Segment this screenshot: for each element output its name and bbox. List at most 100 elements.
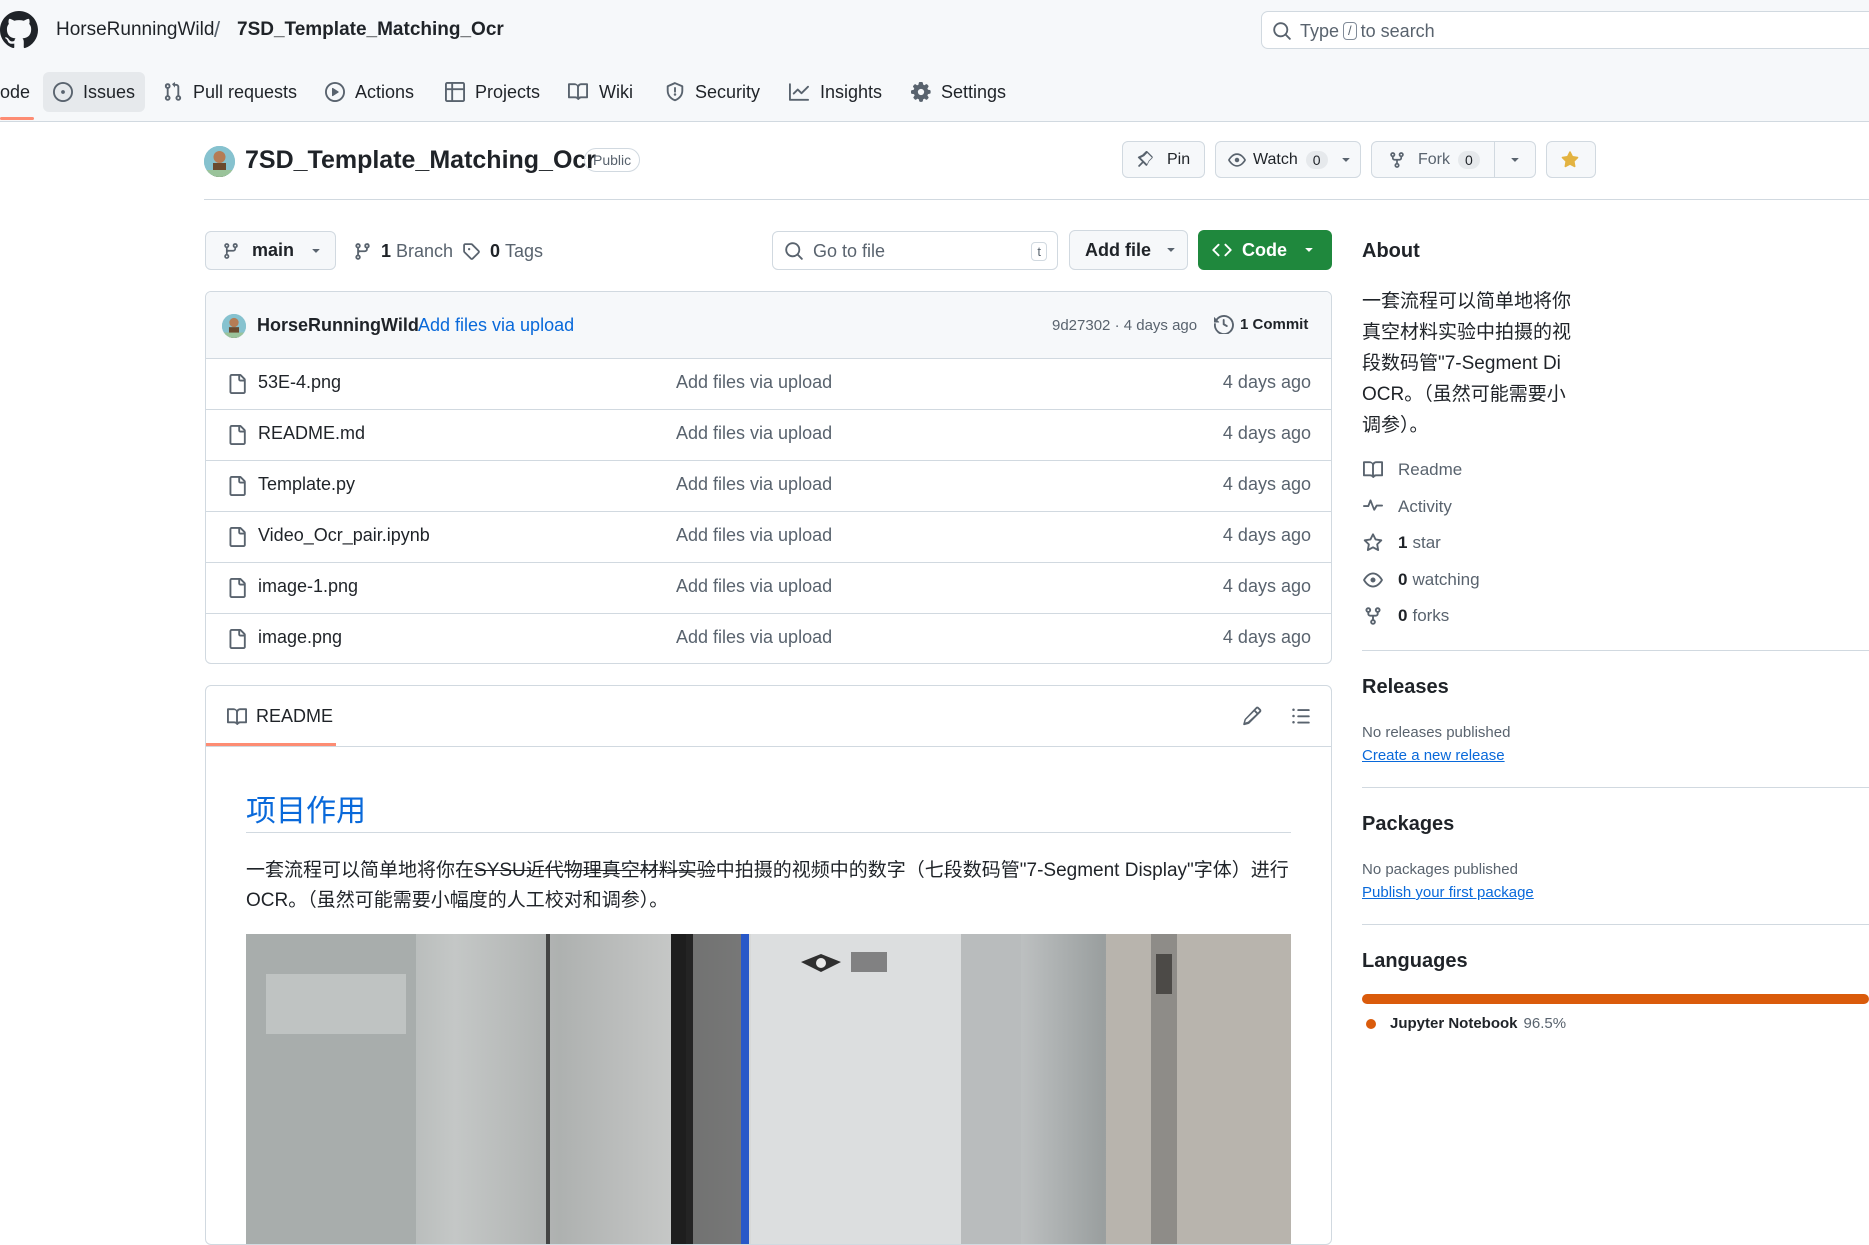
table-row[interactable]: Video_Ocr_pair.ipynb Add files via uploa… — [206, 511, 1331, 563]
sidebar-stars-link[interactable]: 1 star — [1362, 533, 1441, 553]
file-name[interactable]: 53E-4.png — [258, 372, 341, 393]
repo-title[interactable]: 7SD_Template_Matching_Ocr — [245, 146, 596, 175]
avatar-image — [222, 314, 246, 338]
file-commit-message[interactable]: Add files via upload — [676, 525, 832, 546]
fork-button[interactable]: Fork 0 — [1371, 141, 1495, 178]
tab-issues[interactable]: Issues — [43, 72, 146, 112]
about-heading: About — [1362, 240, 1420, 262]
create-release-link[interactable]: Create a new release — [1362, 747, 1505, 764]
heading-rule — [246, 832, 1291, 833]
file-date: 4 days ago — [1222, 576, 1311, 596]
readme-tab-underline — [206, 743, 336, 746]
repo-link[interactable]: 7SD_Template_Matching_Ocr — [237, 19, 504, 41]
git-pull-request-icon — [164, 82, 182, 101]
branch-select-button[interactable]: main — [205, 231, 336, 270]
sidebar-divider — [1362, 924, 1869, 925]
tag-icon — [463, 243, 480, 260]
table-row[interactable]: image.png Add files via upload 4 days ag… — [206, 613, 1331, 663]
sidebar-watching-link[interactable]: 0 watching — [1362, 570, 1480, 590]
history-icon — [1214, 315, 1234, 334]
file-name[interactable]: image.png — [258, 627, 342, 648]
star-button[interactable] — [1546, 141, 1596, 178]
table-row[interactable]: 53E-4.png Add files via upload 4 days ag… — [206, 358, 1331, 410]
file-commit-message[interactable]: Add files via upload — [676, 372, 832, 393]
releases-heading[interactable]: Releases — [1362, 676, 1449, 699]
repo-forked-icon — [1365, 607, 1381, 625]
file-table: HorseRunningWild Add files via upload 9d… — [205, 291, 1332, 664]
readme-heading: 项目作用 — [246, 795, 366, 828]
publish-package-link[interactable]: Publish your first package — [1362, 884, 1534, 901]
sidebar-activity-link[interactable]: Activity — [1362, 497, 1452, 517]
file-commit-message[interactable]: Add files via upload — [676, 423, 832, 444]
file-commit-message[interactable]: Add files via upload — [676, 627, 832, 648]
star-fill-icon — [1561, 150, 1579, 167]
pencil-icon[interactable] — [1242, 706, 1262, 726]
file-date: 4 days ago — [1222, 525, 1311, 545]
tab-security[interactable]: Security — [665, 72, 760, 112]
owner-link[interactable]: HorseRunningWild — [56, 19, 214, 41]
visibility-badge: Public — [584, 148, 641, 172]
commit-message-link[interactable]: Add files via upload — [418, 315, 574, 336]
gear-icon — [911, 82, 931, 102]
commits-link[interactable]: 1 Commit — [1214, 314, 1308, 334]
repo-nav: ode Issues Pull requests Actions Project… — [0, 72, 1869, 120]
language-item[interactable]: Jupyter Notebook 96.5% — [1366, 1015, 1566, 1032]
go-to-file-input[interactable]: Go to file t — [772, 231, 1058, 270]
file-icon — [229, 425, 246, 445]
sidebar-divider — [1362, 650, 1869, 651]
list-unordered-icon[interactable] — [1290, 706, 1312, 726]
fork-dropdown-button[interactable] — [1494, 141, 1536, 178]
file-icon — [229, 374, 246, 394]
search-shortcut-key: / — [1343, 22, 1357, 40]
global-search-input[interactable]: Type / to search — [1261, 11, 1869, 49]
file-name[interactable]: Video_Ocr_pair.ipynb — [258, 525, 430, 546]
sidebar-readme-link[interactable]: Readme — [1362, 460, 1462, 480]
file-commit-message[interactable]: Add files via upload — [676, 576, 832, 597]
file-name[interactable]: README.md — [258, 423, 365, 444]
tab-insights[interactable]: Insights — [788, 72, 882, 112]
file-date: 4 days ago — [1222, 474, 1311, 494]
search-icon — [1273, 22, 1291, 40]
commit-author[interactable]: HorseRunningWild — [257, 315, 419, 336]
tab-projects[interactable]: Projects — [445, 72, 540, 112]
tags-link[interactable]: 0 Tags — [462, 241, 543, 262]
tab-actions[interactable]: Actions — [325, 72, 414, 112]
table-row[interactable]: README.md Add files via upload 4 days ag… — [206, 409, 1331, 461]
add-file-button[interactable]: Add file — [1069, 230, 1188, 270]
file-date: 4 days ago — [1222, 423, 1311, 443]
pin-icon — [1137, 150, 1153, 167]
triangle-down-icon — [1167, 247, 1175, 252]
tab-wiki[interactable]: Wiki — [567, 72, 633, 112]
tab-settings[interactable]: Settings — [911, 72, 1006, 112]
triangle-down-icon — [312, 248, 320, 253]
table-row[interactable]: image-1.png Add files via upload 4 days … — [206, 562, 1331, 614]
title-divider — [204, 199, 1869, 200]
code-button[interactable]: Code — [1198, 230, 1332, 270]
file-name[interactable]: Template.py — [258, 474, 355, 495]
sidebar-forks-link[interactable]: 0 forks — [1362, 606, 1449, 626]
github-logo-icon[interactable] — [0, 11, 38, 49]
watch-button[interactable]: Watch 0 — [1215, 141, 1361, 178]
readme-header: README — [206, 686, 1331, 747]
file-commit-message[interactable]: Add files via upload — [676, 474, 832, 495]
issue-opened-icon — [53, 82, 73, 102]
about-description: 一套流程可以简单地将你 真空材料实验中拍摄的视 段数码管"7-Segment D… — [1362, 291, 1572, 436]
tab-code[interactable]: ode — [0, 72, 30, 112]
commit-author-avatar[interactable] — [222, 314, 246, 338]
sidebar-divider — [1362, 787, 1869, 788]
graph-icon — [789, 83, 809, 101]
eye-icon — [1228, 152, 1246, 167]
table-row[interactable]: Template.py Add files via upload 4 days … — [206, 460, 1331, 512]
owner-avatar[interactable] — [204, 146, 235, 177]
book-icon — [227, 707, 247, 725]
file-name[interactable]: image-1.png — [258, 576, 358, 597]
branches-link[interactable]: 1 Branch — [353, 241, 453, 262]
readme-tab[interactable]: README — [226, 706, 333, 727]
avatar-image — [204, 146, 235, 177]
commit-meta[interactable]: 9d27302 · 4 days ago — [1052, 317, 1197, 334]
readme-photo — [246, 934, 1291, 1244]
repo-forked-icon — [1390, 151, 1404, 168]
packages-heading[interactable]: Packages — [1362, 813, 1454, 836]
tab-pull-requests[interactable]: Pull requests — [163, 72, 297, 112]
pin-button[interactable]: Pin — [1122, 141, 1205, 178]
